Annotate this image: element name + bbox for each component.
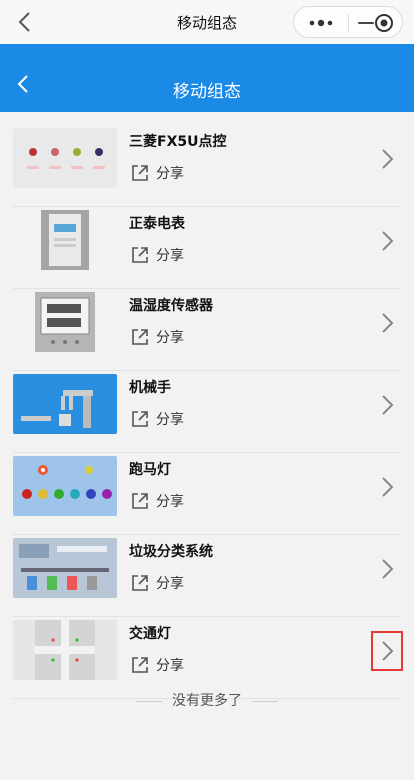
- share-icon: [132, 575, 148, 591]
- capsule-menu: [293, 6, 403, 38]
- item-title: 垃圾分类系统: [129, 544, 213, 560]
- share-label: 分享: [156, 576, 184, 592]
- minus-icon[interactable]: [358, 22, 374, 24]
- share-label: 分享: [156, 248, 184, 264]
- item-title: 三菱FX5U点控: [129, 134, 227, 150]
- traffic-light-thumb: [13, 620, 117, 680]
- share-icon: [132, 247, 148, 263]
- share-button[interactable]: 分享: [131, 245, 184, 265]
- target-icon[interactable]: [374, 13, 394, 33]
- share-label: 分享: [156, 166, 184, 182]
- item-title: 正泰电表: [129, 216, 185, 232]
- chevron-right-icon[interactable]: [379, 475, 395, 499]
- item-title: 交通灯: [129, 626, 171, 642]
- chevron-right-icon[interactable]: [379, 311, 395, 335]
- share-icon: [132, 411, 148, 427]
- share-button[interactable]: 分享: [131, 655, 184, 675]
- share-label: 分享: [156, 494, 184, 510]
- list-item[interactable]: 跑马灯 分享: [13, 453, 401, 535]
- dots-icon[interactable]: [308, 17, 334, 29]
- chevron-right-icon[interactable]: [371, 631, 403, 671]
- share-button[interactable]: 分享: [131, 573, 184, 593]
- meter-thumb: [13, 210, 117, 270]
- share-button[interactable]: 分享: [131, 327, 184, 347]
- item-title: 跑马灯: [129, 462, 171, 478]
- project-list: 三菱FX5U点控 分享 正泰电表 分享 温湿度传感器 分享 机械手 分享 跑马灯…: [13, 125, 403, 699]
- waste-system-thumb: [13, 538, 117, 598]
- chevron-right-icon[interactable]: [379, 229, 395, 253]
- share-icon: [132, 165, 148, 181]
- chevron-right-icon[interactable]: [379, 557, 395, 581]
- share-icon: [132, 657, 148, 673]
- lights-thumb: [13, 128, 117, 188]
- list-item[interactable]: 三菱FX5U点控 分享: [13, 125, 401, 207]
- share-button[interactable]: 分享: [131, 409, 184, 429]
- share-button[interactable]: 分享: [131, 163, 184, 183]
- share-label: 分享: [156, 658, 184, 674]
- wechat-nav-bar: 移动组态: [0, 0, 414, 45]
- share-label: 分享: [156, 412, 184, 428]
- list-item[interactable]: 交通灯 分享: [13, 617, 403, 699]
- chevron-right-icon[interactable]: [379, 147, 395, 171]
- share-icon: [132, 329, 148, 345]
- list-item[interactable]: 正泰电表 分享: [13, 207, 401, 289]
- capsule-divider: [348, 14, 349, 32]
- page-title: 移动组态: [173, 82, 241, 102]
- app-header: 移动组态: [0, 44, 414, 112]
- item-title: 机械手: [129, 380, 171, 396]
- item-title: 温湿度传感器: [129, 298, 213, 314]
- robot-arm-thumb: [13, 374, 117, 434]
- list-end-text: 没有更多了: [0, 690, 414, 710]
- list-item[interactable]: 机械手 分享: [13, 371, 401, 453]
- share-button[interactable]: 分享: [131, 491, 184, 511]
- share-label: 分享: [156, 330, 184, 346]
- share-icon: [132, 493, 148, 509]
- list-item[interactable]: 垃圾分类系统 分享: [13, 535, 401, 617]
- sensor-thumb: [13, 292, 117, 352]
- marquee-thumb: [13, 456, 117, 516]
- chevron-right-icon[interactable]: [379, 393, 395, 417]
- list-item[interactable]: 温湿度传感器 分享: [13, 289, 401, 371]
